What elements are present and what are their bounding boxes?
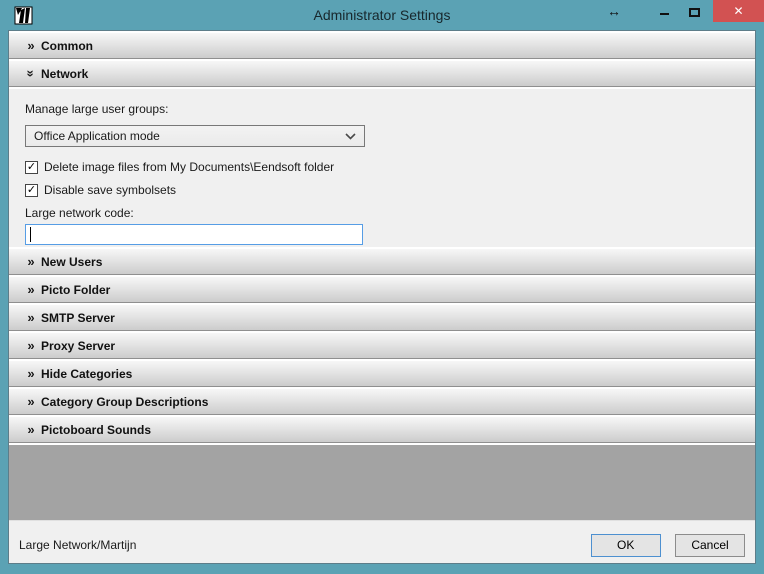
dialog-content: » Common » Network Manage large user gro… xyxy=(8,30,756,564)
dropdown-selected-value: Office Application mode xyxy=(34,129,160,143)
maximize-icon xyxy=(689,8,700,17)
text-caret xyxy=(30,227,31,242)
chevron-down-icon: » xyxy=(24,64,39,84)
footer-bar: Large Network/Martijn OK Cancel xyxy=(9,520,755,563)
accordion-label: SMTP Server xyxy=(41,311,115,325)
accordion-header-smtp-server[interactable]: » SMTP Server xyxy=(9,305,755,331)
titlebar: Administrator Settings ↔ ✕ xyxy=(8,0,756,30)
large-network-code-input[interactable] xyxy=(25,224,363,245)
accordion-label: Pictoboard Sounds xyxy=(41,423,151,437)
chevron-down-icon xyxy=(345,133,356,140)
minimize-button[interactable] xyxy=(655,7,673,15)
checkbox-label: Disable save symbolsets xyxy=(44,183,176,197)
chevron-right-icon: » xyxy=(21,366,41,381)
status-text: Large Network/Martijn xyxy=(19,538,136,552)
accordion-label: Hide Categories xyxy=(41,367,132,381)
resize-icon[interactable]: ↔ xyxy=(607,3,621,19)
ok-button[interactable]: OK xyxy=(591,534,661,557)
chevron-right-icon: » xyxy=(21,394,41,409)
empty-filler-area xyxy=(9,445,755,520)
chevron-right-icon: » xyxy=(21,38,41,53)
large-network-code-label: Large network code: xyxy=(25,206,755,220)
accordion-label: Common xyxy=(41,39,93,53)
check-icon: ✓ xyxy=(27,162,36,173)
manage-groups-dropdown[interactable]: Office Application mode xyxy=(25,125,365,147)
accordion-header-common[interactable]: » Common xyxy=(9,33,755,59)
checkbox-label: Delete image files from My Documents\Een… xyxy=(44,160,334,174)
accordion-header-pictoboard-sounds[interactable]: » Pictoboard Sounds xyxy=(9,417,755,443)
footer-buttons: OK Cancel xyxy=(591,534,745,557)
accordion-header-proxy-server[interactable]: » Proxy Server xyxy=(9,333,755,359)
window-controls: ↔ ✕ xyxy=(607,0,764,22)
chevron-right-icon: » xyxy=(21,282,41,297)
accordion-label: Network xyxy=(41,67,88,81)
accordion-header-category-group-descriptions[interactable]: » Category Group Descriptions xyxy=(9,389,755,415)
administrator-settings-window: Administrator Settings ↔ ✕ » Common » Ne… xyxy=(0,0,764,574)
accordion-label: Category Group Descriptions xyxy=(41,395,208,409)
minimize-icon xyxy=(660,13,669,15)
accordion-header-new-users[interactable]: » New Users xyxy=(9,249,755,275)
accordion-header-hide-categories[interactable]: » Hide Categories xyxy=(9,361,755,387)
disable-save-symbolsets-checkbox-row[interactable]: ✓ Disable save symbolsets xyxy=(25,183,755,197)
maximize-button[interactable] xyxy=(685,6,703,17)
chevron-right-icon: » xyxy=(21,422,41,437)
accordion-header-network[interactable]: » Network xyxy=(9,61,755,87)
network-panel: Manage large user groups: Office Applica… xyxy=(9,89,755,247)
delete-image-files-checkbox-row[interactable]: ✓ Delete image files from My Documents\E… xyxy=(25,160,755,174)
manage-groups-label: Manage large user groups: xyxy=(25,102,755,116)
chevron-right-icon: » xyxy=(21,254,41,269)
checkbox-checked-icon[interactable]: ✓ xyxy=(25,161,38,174)
accordion-label: New Users xyxy=(41,255,102,269)
chevron-right-icon: » xyxy=(21,338,41,353)
cancel-button[interactable]: Cancel xyxy=(675,534,745,557)
checkbox-checked-icon[interactable]: ✓ xyxy=(25,184,38,197)
close-button[interactable]: ✕ xyxy=(713,0,764,22)
chevron-right-icon: » xyxy=(21,310,41,325)
accordion-header-picto-folder[interactable]: » Picto Folder xyxy=(9,277,755,303)
check-icon: ✓ xyxy=(27,185,36,196)
accordion-label: Picto Folder xyxy=(41,283,110,297)
accordion-label: Proxy Server xyxy=(41,339,115,353)
